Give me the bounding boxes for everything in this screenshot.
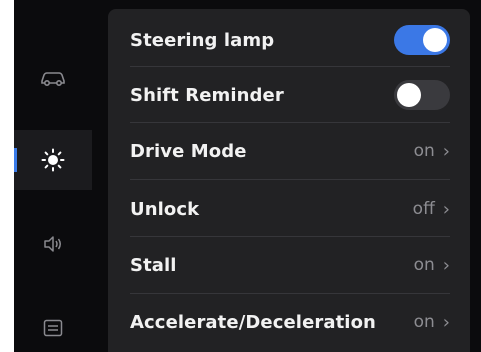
setting-row-stall[interactable]: Stall on › <box>130 237 450 293</box>
steering-lamp-toggle[interactable] <box>394 25 450 55</box>
car-icon <box>40 70 66 86</box>
divider <box>130 179 450 180</box>
chevron-right-icon: › <box>442 140 450 162</box>
setting-row-unlock[interactable]: Unlock off › <box>130 181 450 237</box>
setting-value: on › <box>414 141 450 162</box>
chevron-right-icon: › <box>442 254 450 276</box>
chevron-right-icon: › <box>442 311 450 333</box>
toggle-knob <box>423 28 447 52</box>
sidebar <box>14 0 92 352</box>
setting-row-drive-mode[interactable]: Drive Mode on › <box>130 123 450 179</box>
setting-label: Steering lamp <box>130 29 275 51</box>
chevron-right-icon: › <box>442 198 450 220</box>
sidebar-item-sound[interactable] <box>14 214 92 274</box>
active-indicator <box>14 148 17 172</box>
setting-value: off › <box>413 199 450 220</box>
sidebar-item-vehicle[interactable] <box>14 48 92 108</box>
setting-value: on › <box>414 312 450 333</box>
setting-label: Stall <box>130 254 177 276</box>
setting-row-shift-reminder: Shift Reminder <box>130 67 450 123</box>
accelerate-deceleration-value: on <box>413 312 435 332</box>
stall-value: on <box>413 255 435 275</box>
sidebar-item-system[interactable] <box>14 298 92 352</box>
setting-value: on › <box>414 255 450 276</box>
unlock-value: off <box>412 199 435 219</box>
settings-panel-icon <box>43 319 63 337</box>
setting-label: Drive Mode <box>130 140 247 162</box>
sidebar-item-top-partial[interactable] <box>14 0 92 10</box>
volume-icon <box>43 235 63 253</box>
setting-label: Accelerate/Deceleration <box>130 311 376 333</box>
toggle-knob <box>397 83 421 107</box>
settings-panel: Steering lamp Shift Reminder Drive Mode … <box>108 9 470 352</box>
setting-label: Shift Reminder <box>130 84 284 106</box>
setting-label: Unlock <box>130 198 200 220</box>
sidebar-item-display[interactable] <box>14 130 92 190</box>
vehicle-settings-screen: Steering lamp Shift Reminder Drive Mode … <box>14 0 481 352</box>
shift-reminder-toggle[interactable] <box>394 80 450 110</box>
brightness-icon <box>41 148 65 172</box>
drive-mode-value: on <box>413 141 435 161</box>
setting-row-steering-lamp: Steering lamp <box>130 12 450 68</box>
setting-row-accelerate-deceleration[interactable]: Accelerate/Deceleration on › <box>130 294 450 350</box>
